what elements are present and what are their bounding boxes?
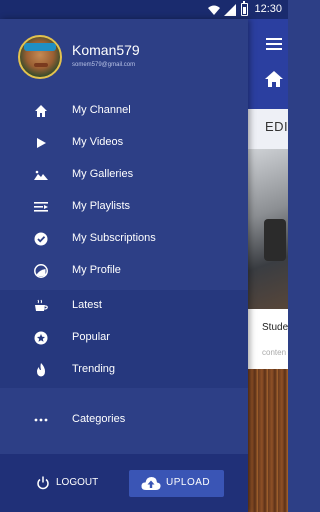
menu-item-label: Latest <box>72 299 102 311</box>
playlist-icon <box>34 200 48 214</box>
menu-item-my-playlists[interactable]: My Playlists <box>0 191 248 223</box>
menu-item-label: Trending <box>72 363 116 375</box>
logout-label: LOGOUT <box>56 477 99 488</box>
navigation-drawer: Koman579 somem579@gmail.com My Channel M… <box>0 19 248 512</box>
menu-item-label: My Subscriptions <box>72 232 156 244</box>
play-icon <box>34 136 48 150</box>
signal-icon <box>224 4 236 16</box>
menu-item-popular[interactable]: Popular <box>0 322 248 354</box>
home-icon[interactable] <box>265 71 283 87</box>
status-time: 12:30 <box>254 3 282 15</box>
star-circle-icon <box>34 331 48 345</box>
profile-email: somem579@gmail.com <box>72 62 136 68</box>
coffee-cup-icon <box>34 299 48 313</box>
menu-item-label: My Channel <box>72 104 131 116</box>
primary-menu: My Channel My Videos My Galleries My Pla… <box>0 95 248 287</box>
profile-header[interactable]: Koman579 somem579@gmail.com <box>0 19 248 95</box>
menu-item-my-subscriptions[interactable]: My Subscriptions <box>0 223 248 255</box>
app-bar <box>248 19 288 109</box>
battery-icon <box>241 1 248 16</box>
video-card-meta: conten <box>262 348 287 357</box>
menu-item-label: My Playlists <box>72 200 131 212</box>
video-thumbnail[interactable] <box>248 369 288 512</box>
menu-item-my-channel[interactable]: My Channel <box>0 95 248 127</box>
background-app: EDIT Stude In A C conten <box>248 19 288 512</box>
video-card[interactable] <box>248 309 288 369</box>
power-icon <box>36 476 50 490</box>
more-dots-icon <box>34 413 48 427</box>
more-menu: Categories <box>0 388 248 464</box>
menu-item-latest[interactable]: Latest <box>0 290 248 322</box>
menu-item-my-videos[interactable]: My Videos <box>0 127 248 159</box>
home-icon <box>34 104 48 118</box>
profile-icon <box>34 264 48 278</box>
menu-item-label: My Videos <box>72 136 124 148</box>
drawer-footer: LOGOUT UPLOAD <box>0 454 248 512</box>
wifi-icon <box>208 5 220 15</box>
status-bar: 12:30 <box>0 0 288 19</box>
upload-label: UPLOAD <box>166 477 211 488</box>
menu-item-trending[interactable]: Trending <box>0 354 248 386</box>
menu-item-label: My Galleries <box>72 168 134 180</box>
avatar[interactable] <box>18 35 62 79</box>
video-card-title: Stude In A C <box>262 322 288 333</box>
menu-item-my-profile[interactable]: My Profile <box>0 255 248 287</box>
menu-item-label: Categories <box>72 413 126 425</box>
profile-username: Koman579 <box>72 42 140 58</box>
menu-item-label: My Profile <box>72 264 121 276</box>
cloud-upload-icon <box>141 476 161 491</box>
feed-menu: Latest Popular Trending <box>0 290 248 388</box>
menu-item-categories[interactable]: Categories <box>0 404 248 436</box>
menu-item-my-galleries[interactable]: My Galleries <box>0 159 248 191</box>
landscape-icon <box>34 168 48 182</box>
video-thumbnail[interactable] <box>248 149 288 309</box>
menu-item-label: Popular <box>72 331 110 343</box>
tab-edit[interactable]: EDIT <box>265 119 288 134</box>
check-circle-icon <box>34 232 48 246</box>
upload-button[interactable]: UPLOAD <box>129 470 224 497</box>
hamburger-menu-icon[interactable] <box>266 38 282 50</box>
fire-icon <box>34 363 48 377</box>
